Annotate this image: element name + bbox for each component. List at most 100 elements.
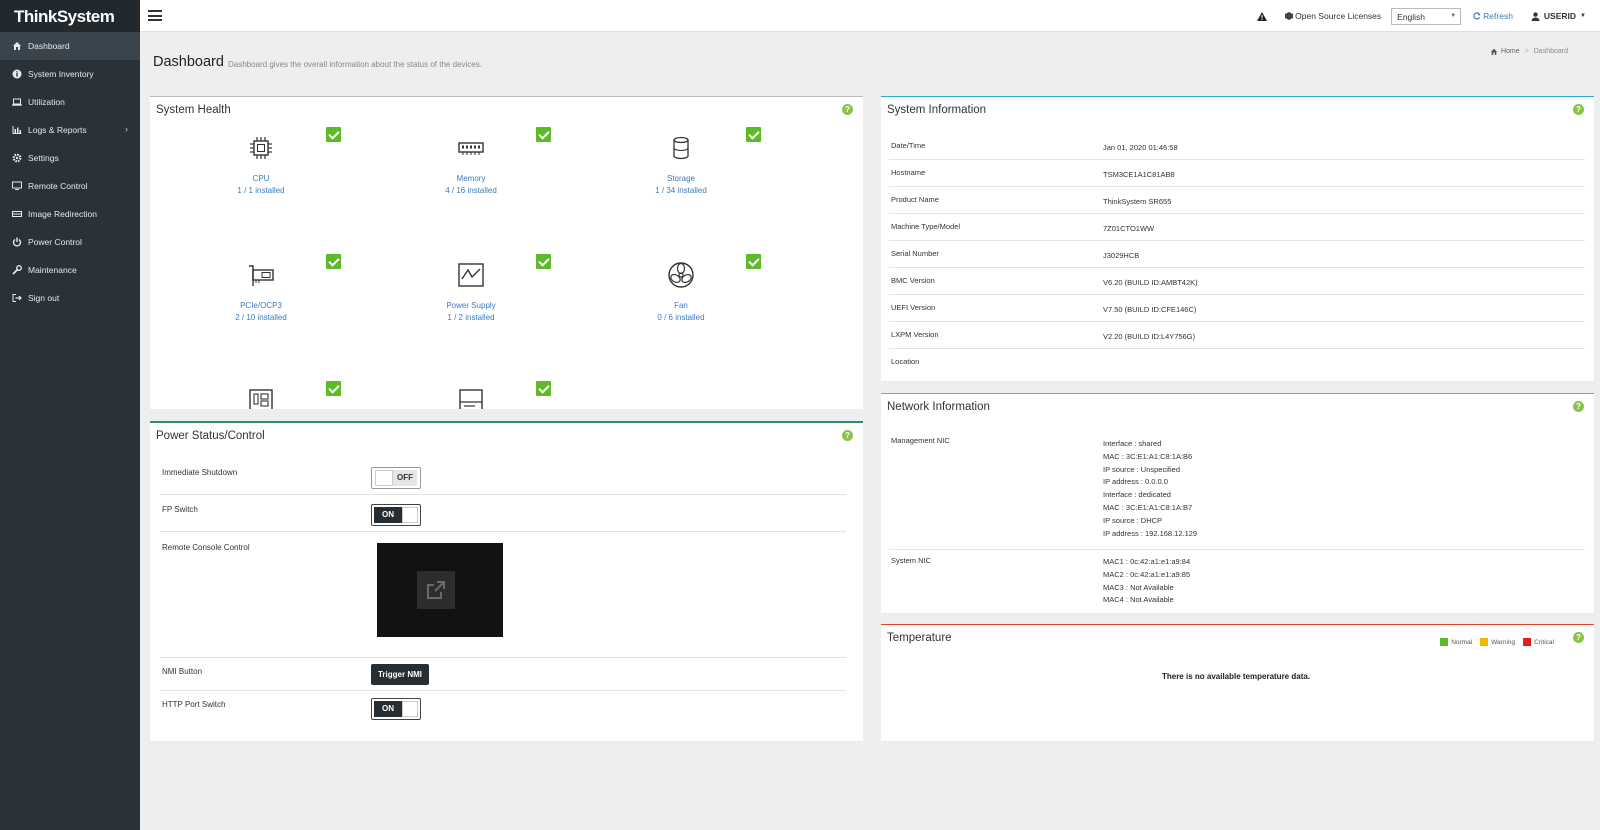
help-icon[interactable]: ? <box>842 104 853 115</box>
sidebar: ThinkSystem Dashboard System Inventory U… <box>0 0 140 830</box>
sidebar-item-label: Maintenance <box>28 265 77 275</box>
management-nic-details: Interface : shared MAC : 3C:E1:A1:C8:1A:… <box>1103 438 1197 540</box>
system-information-panel: System Information ? Date/Time Jan 01, 20… <box>881 96 1594 381</box>
status-ok-icon <box>326 254 341 269</box>
breadcrumb-home[interactable]: Home <box>1501 48 1520 55</box>
sidebar-item-sign-out[interactable]: Sign out <box>0 284 140 312</box>
nic-line: IP source : DHCP <box>1103 515 1163 525</box>
power-row-label: Remote Console Control <box>162 543 250 552</box>
status-ok-icon <box>326 381 341 396</box>
user-menu[interactable]: USERID ▼ <box>1531 11 1586 21</box>
nic-line: IP address : 192.168.12.129 <box>1103 528 1198 538</box>
info-value: TSM3CE1A1C81AB8 <box>1103 170 1175 179</box>
health-item-name: Storage <box>666 174 696 183</box>
trigger-nmi-button[interactable]: Trigger NMI <box>371 664 429 685</box>
launch-console-button[interactable] <box>417 571 455 609</box>
immediate-shutdown-toggle[interactable]: OFF <box>371 467 421 489</box>
power-icon <box>12 237 22 247</box>
power-row-remote-console: Remote Console Control <box>160 532 846 658</box>
info-value: V7.50 (BUILD ID:CFE146C) <box>1103 305 1197 314</box>
breadcrumb-separator: > <box>1524 48 1529 55</box>
toggle-knob <box>375 470 393 486</box>
sidebar-item-label: Settings <box>28 153 59 163</box>
info-row: BMC Version V6.20 (BUILD ID:AMBT42K) <box>889 268 1585 295</box>
cpu-icon <box>250 137 272 159</box>
caret-down-icon: ▼ <box>1580 13 1586 19</box>
sidebar-item-maintenance[interactable]: Maintenance <box>0 256 140 284</box>
power-row-label: FP Switch <box>162 505 198 514</box>
sidebar-item-utilization[interactable]: Utilization <box>0 88 140 116</box>
pcie-icon <box>249 265 274 286</box>
help-icon[interactable]: ? <box>842 430 853 441</box>
info-row: Hostname TSM3CE1A1C81AB8 <box>889 160 1585 187</box>
network-information-panel: Network Information ? Management NIC Int… <box>881 393 1594 613</box>
legend-normal-swatch <box>1440 638 1449 646</box>
toggle-knob <box>402 701 418 717</box>
status-ok-icon <box>536 127 551 142</box>
sidebar-item-label: Image Redirection <box>28 209 97 219</box>
health-item-count: 1 / 34 installed <box>655 186 707 195</box>
help-icon[interactable]: ? <box>1573 104 1584 115</box>
info-row: Location <box>889 349 1585 376</box>
power-row-label: Immediate Shutdown <box>162 468 238 477</box>
fan-icon <box>668 262 694 288</box>
status-ok-icon <box>536 381 551 396</box>
breadcrumb: Home > Dashboard <box>1490 48 1568 55</box>
info-label: LXPM Version <box>891 330 939 339</box>
info-label: UEFI Version <box>891 303 936 312</box>
info-label: Machine Type/Model <box>891 222 961 231</box>
drive-bay-icon <box>459 389 483 409</box>
refresh-button[interactable]: Refresh <box>1473 11 1513 21</box>
power-status-panel: Power Status/Control ? Immediate Shutdow… <box>150 421 863 741</box>
refresh-icon <box>1473 12 1481 20</box>
health-item-board[interactable] <box>211 387 311 409</box>
health-item-memory[interactable]: Memory 4 / 16 installed <box>421 134 521 195</box>
power-row-nmi: NMI Button Trigger NMI <box>160 658 846 691</box>
info-row: Serial Number J3029HCB <box>889 241 1585 268</box>
sidebar-item-logs-reports[interactable]: Logs & Reports › <box>0 116 140 144</box>
health-item-fan[interactable]: Fan 0 / 6 installed <box>631 261 731 322</box>
health-item-count: 0 / 6 installed <box>657 313 705 322</box>
health-item-drive-bay[interactable] <box>421 387 521 409</box>
http-port-switch-toggle[interactable]: ON <box>371 698 421 720</box>
sidebar-item-dashboard[interactable]: Dashboard <box>0 32 140 60</box>
info-label: Location <box>891 357 920 366</box>
nic-line: MAC : 3C:E1:A1:C8:1A:B6 <box>1103 451 1193 461</box>
power-row-label: HTTP Port Switch <box>162 700 226 709</box>
sidebar-item-power-control[interactable]: Power Control <box>0 228 140 256</box>
nic-line: MAC2 : 0c:42:a1:e1:a9:85 <box>1103 569 1191 579</box>
sidebar-item-settings[interactable]: Settings <box>0 144 140 172</box>
gear-icon <box>12 153 22 163</box>
info-label: Date/Time <box>891 141 926 150</box>
sidebar-item-remote-control[interactable]: Remote Control <box>0 172 140 200</box>
fp-switch-toggle[interactable]: ON <box>371 504 421 526</box>
health-item-storage[interactable]: Storage 1 / 34 installed <box>631 134 731 195</box>
sidebar-item-label: Power Control <box>28 237 82 247</box>
health-item-pcie[interactable]: PCIe/OCP3 2 / 10 installed <box>211 261 311 322</box>
sidebar-item-system-inventory[interactable]: System Inventory <box>0 60 140 88</box>
help-icon[interactable]: ? <box>1573 632 1584 643</box>
power-row-immediate-shutdown: Immediate Shutdown OFF <box>160 457 846 495</box>
language-select[interactable]: English ▼ <box>1391 7 1462 25</box>
sidebar-item-image-redirection[interactable]: Image Redirection <box>0 200 140 228</box>
health-item-power-supply[interactable]: Power Supply 1 / 2 installed <box>421 261 521 322</box>
user-icon <box>1531 11 1540 21</box>
bar-chart-icon <box>12 125 22 135</box>
chevron-right-icon: › <box>125 124 128 134</box>
status-ok-icon <box>746 254 761 269</box>
help-icon[interactable]: ? <box>1573 401 1584 412</box>
temperature-title: Temperature <box>887 632 952 644</box>
remote-console-preview[interactable] <box>377 543 503 637</box>
health-item-count: 2 / 10 installed <box>235 313 287 322</box>
brand-logo[interactable]: ThinkSystem <box>0 0 140 32</box>
sidebar-item-label: Utilization <box>28 97 65 107</box>
warning-icon[interactable] <box>1257 11 1268 21</box>
open-source-licenses-link[interactable]: Open Source Licenses <box>1285 11 1381 21</box>
health-item-cpu[interactable]: CPU 1 / 1 installed <box>211 134 311 195</box>
drive-icon <box>12 209 22 219</box>
storage-icon <box>673 136 689 160</box>
nic-line: IP source : Unspecified <box>1103 464 1180 474</box>
info-value: J3029HCB <box>1103 251 1140 260</box>
menu-toggle-icon[interactable] <box>148 10 162 21</box>
power-row-label: NMI Button <box>162 667 203 676</box>
